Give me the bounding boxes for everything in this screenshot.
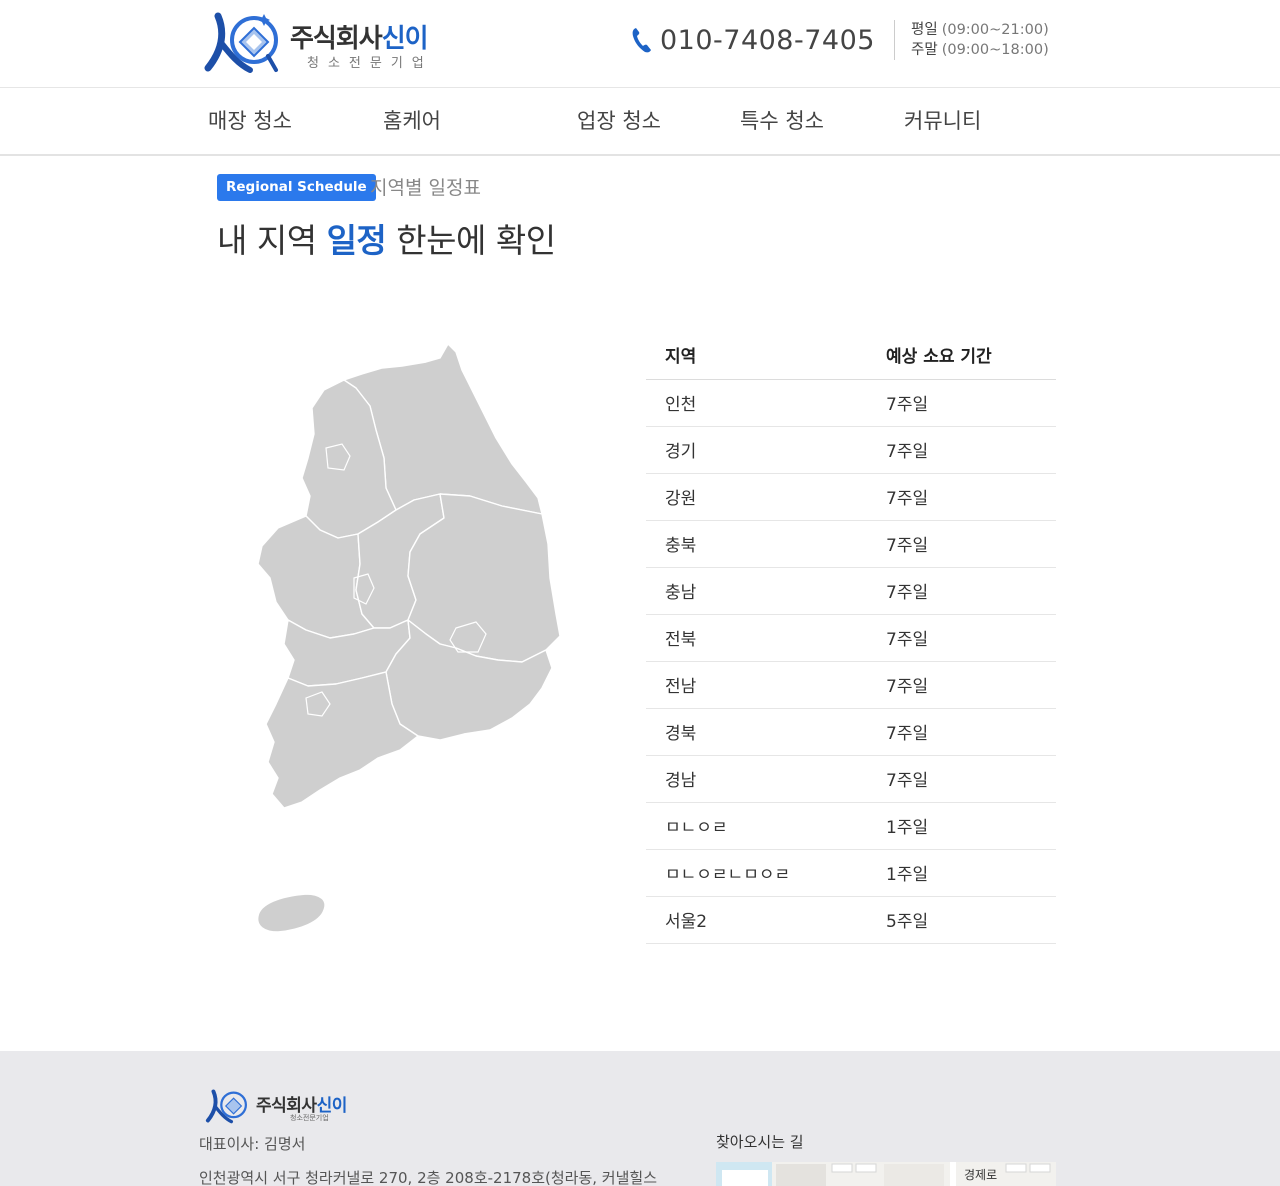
- region-cell: 서울2: [646, 896, 867, 944]
- table-row: 전남 7주일: [646, 661, 1056, 709]
- hours-weekday: 평일 (09:00~21:00): [911, 22, 1049, 38]
- nav-special-cleaning[interactable]: 특수 청소: [740, 88, 824, 154]
- table-row: ㅁㄴㅇㄹ 1주일: [646, 802, 1056, 850]
- footer-logo-subtitle: 청소전문기업: [290, 1114, 329, 1122]
- table-row: 경북 7주일: [646, 708, 1056, 756]
- region-cell: 전남: [646, 661, 867, 709]
- duration-cell: 7주일: [867, 661, 1056, 709]
- table-row: 경기 7주일: [646, 426, 1056, 474]
- region-cell: 경남: [646, 755, 867, 803]
- region-cell: 경북: [646, 708, 867, 756]
- map-tiles: [716, 1162, 1051, 1186]
- table-row: ㅁㄴㅇㄹㄴㅁㅇㄹ 1주일: [646, 849, 1056, 897]
- region-cell: 인천: [646, 379, 867, 427]
- region-cell: ㅁㄴㅇㄹ: [646, 802, 867, 850]
- section-tag-description: 지역별 일정표: [370, 177, 481, 199]
- duration-cell: 7주일: [867, 426, 1056, 474]
- duration-cell: 7주일: [867, 708, 1056, 756]
- map-road-label: 경제로: [964, 1168, 998, 1182]
- site-header: 주식회사신이 청소전문기업 010-7408-7405 평일 (09:00~21:…: [0, 0, 1280, 88]
- logo-subtitle: 청소전문기업: [307, 56, 433, 71]
- region-cell: 경기: [646, 426, 867, 474]
- region-cell: 전북: [646, 614, 867, 662]
- region-cell: ㅁㄴㅇㄹㄴㅁㅇㄹ: [646, 849, 867, 897]
- table-row: 인천 7주일: [646, 379, 1056, 427]
- footer-logo-mark-icon: [205, 1089, 247, 1124]
- duration-cell: 5주일: [867, 896, 1056, 944]
- column-header-duration: 예상 소요 기간: [867, 330, 1056, 380]
- duration-cell: 7주일: [867, 379, 1056, 427]
- table-row: 충북 7주일: [646, 520, 1056, 568]
- map-region-jeju[interactable]: [257, 893, 326, 933]
- phone-contact[interactable]: 010-7408-7405: [630, 22, 875, 58]
- nav-store-cleaning[interactable]: 매장 청소: [208, 88, 292, 154]
- duration-cell: 7주일: [867, 567, 1056, 615]
- business-hours: 평일 (09:00~21:00) 주말 (09:00~18:00): [894, 20, 1049, 60]
- footer-ceo: 대표이사: 김명서: [199, 1135, 306, 1153]
- nav-business-cleaning[interactable]: 업장 청소: [577, 88, 661, 154]
- schedule-table: 지역 예상 소요 기간 인천 7주일 경기 7주일 강원 7주일 충북 7주일 충남 7주…: [646, 330, 1056, 944]
- korea-region-map: [257, 343, 561, 933]
- table-row: 서울2 5주일: [646, 896, 1056, 944]
- table-row: 충남 7주일: [646, 567, 1056, 615]
- logo-mark-icon: [204, 12, 278, 73]
- table-row: 전북 7주일: [646, 614, 1056, 662]
- duration-cell: 1주일: [867, 802, 1056, 850]
- phone-number: 010-7408-7405: [660, 24, 875, 56]
- footer-address: 인천광역시 서구 청라커낼로 270, 2층 208호-2178호(청라동, 커…: [199, 1169, 657, 1186]
- duration-cell: 7주일: [867, 614, 1056, 662]
- duration-cell: 7주일: [867, 473, 1056, 521]
- duration-cell: 1주일: [867, 849, 1056, 897]
- section-tag: Regional Schedule: [217, 174, 376, 201]
- region-cell: 충남: [646, 567, 867, 615]
- site-logo[interactable]: 주식회사신이 청소전문기업: [204, 8, 454, 76]
- table-row: 강원 7주일: [646, 473, 1056, 521]
- table-header-row: 지역 예상 소요 기간: [646, 330, 1056, 380]
- footer-location-map[interactable]: 경제로: [716, 1162, 1056, 1186]
- logo-name: 주식회사신이: [290, 24, 429, 54]
- duration-cell: 7주일: [867, 520, 1056, 568]
- hours-weekend: 주말 (09:00~18:00): [911, 42, 1049, 58]
- nav-home-care[interactable]: 홈케어: [383, 88, 441, 154]
- column-header-region: 지역: [646, 330, 867, 380]
- region-cell: 강원: [646, 473, 867, 521]
- duration-cell: 7주일: [867, 755, 1056, 803]
- nav-community[interactable]: 커뮤니티: [904, 88, 981, 154]
- phone-icon: [632, 28, 651, 53]
- table-row: 경남 7주일: [646, 755, 1056, 803]
- footer-logo[interactable]: 주식회사신이 청소전문기업: [204, 1087, 384, 1127]
- footer-directions-title: 찾아오시는 길: [716, 1133, 804, 1151]
- site-footer: 주식회사신이 청소전문기업 대표이사: 김명서 인천광역시 서구 청라커낼로 2…: [0, 1051, 1280, 1186]
- page-title: 내 지역 일정 한눈에 확인: [217, 221, 556, 260]
- main-nav: 매장 청소 홈케어 업장 청소 특수 청소 커뮤니티: [0, 88, 1280, 156]
- region-cell: 충북: [646, 520, 867, 568]
